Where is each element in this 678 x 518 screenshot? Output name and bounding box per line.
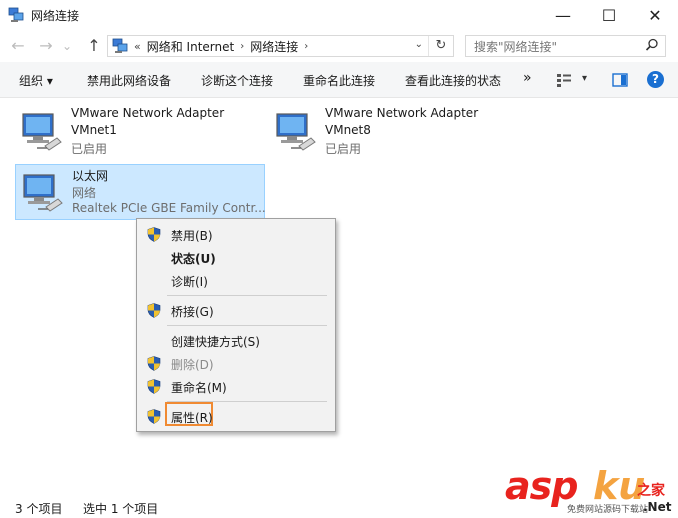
disable-device-button[interactable]: 禁用此网络设备 [87,72,171,89]
adapter-device: Realtek PCIe GBE Family Contr... [72,201,266,215]
uac-shield-icon [147,356,161,371]
menu-item-label: 创建快捷方式(S) [171,335,260,349]
adapter-status: 已启用 [71,142,108,156]
window-title: 网络连接 [31,9,80,23]
adapter-vmnet8[interactable]: VMware Network Adapter VMnet8 已启用 [269,104,519,160]
rename-connection-button[interactable]: 重命名此连接 [303,72,375,89]
more-commands-icon[interactable]: » [523,70,532,86]
watermark-net: .Net [643,500,672,514]
network-adapter-icon [276,113,316,151]
minimize-button[interactable]: — [540,0,586,30]
address-field[interactable]: « 网络和 Internet › 网络连接 › ⌄ ↻ [107,35,454,57]
menu-item-disable[interactable]: 禁用(B) [137,223,335,245]
address-bar-row: ← → ⌄ ↑ « 网络和 Internet › 网络连接 › ⌄ ↻ [0,30,678,62]
adapter-network: VMnet1 [71,123,117,137]
breadcrumb-separator-icon: › [240,40,245,52]
adapter-name: VMware Network Adapter [325,106,479,120]
refresh-icon: ↻ [435,38,447,53]
watermark-subtitle: 免费网站源码下载站 [567,505,649,515]
close-button[interactable]: ✕ [632,0,678,30]
item-count: 3 个项目 [15,502,63,516]
menu-item-label: 状态(U) [171,252,216,266]
diagnose-connection-button[interactable]: 诊断这个连接 [201,72,273,89]
uac-shield-icon [147,227,161,242]
search-icon [645,38,658,51]
menu-item-label: 属性(R) [171,411,213,425]
maximize-button[interactable]: ☐ [586,0,632,30]
network-location-icon [112,38,128,53]
forward-button[interactable]: → [36,37,56,55]
adapter-status: 已启用 [325,142,362,156]
view-dropdown-icon[interactable]: ▾ [582,73,587,84]
menu-item-label: 诊断(I) [171,275,208,289]
menu-item-label: 桥接(G) [171,305,214,319]
chevron-down-icon: ⌄ [61,39,73,53]
forward-arrow-icon: → [39,36,53,55]
back-button[interactable]: ← [8,37,28,55]
up-arrow-icon: ↑ [87,36,101,55]
adapter-network: 网络 [72,186,97,200]
recent-locations-button[interactable]: ⌄ [60,37,74,55]
network-adapter-icon [22,113,62,151]
network-connections-icon [8,7,24,22]
minimize-icon: — [555,5,571,25]
watermark-cn: 之家 [637,483,665,499]
organize-menu[interactable]: 组织 ▾ [19,72,53,89]
breadcrumb-network-internet[interactable]: 网络和 Internet [147,38,234,55]
search-input[interactable] [472,37,646,57]
breadcrumb-separator-icon: › [304,40,309,52]
menu-item-diagnose[interactable]: 诊断(I) [137,269,335,291]
menu-separator [167,325,327,326]
view-options-icon[interactable] [556,73,572,87]
menu-item-label: 禁用(B) [171,229,213,243]
adapter-name: 以太网 [72,169,109,183]
up-button[interactable]: ↑ [84,37,104,55]
help-button[interactable]: ? [647,71,664,88]
menu-item-create-shortcut[interactable]: 创建快捷方式(S) [137,329,335,351]
menu-item-label: 删除(D) [171,358,214,372]
uac-shield-icon [147,409,161,424]
connections-list: VMware Network Adapter VMnet1 已启用 VMware… [0,98,678,494]
search-box[interactable] [465,35,666,57]
close-icon: ✕ [648,5,662,25]
refresh-button[interactable]: ↻ [428,36,453,56]
address-dropdown-icon[interactable]: ⌄ [415,39,423,50]
uac-shield-icon [147,379,161,394]
menu-separator [167,295,327,296]
breadcrumb-network-connections[interactable]: 网络连接 [250,38,298,55]
context-menu: 禁用(B) 状态(U) 诊断(I) 桥接(G) 创建快捷方式(S) 删除(D) … [136,218,336,432]
menu-item-bridge[interactable]: 桥接(G) [137,299,335,321]
maximize-icon: ☐ [601,5,617,25]
overflow-chevron-icon[interactable]: « [134,40,141,53]
title-bar: 网络连接 — ☐ ✕ [0,0,678,30]
command-bar: 组织 ▾ 禁用此网络设备 诊断这个连接 重命名此连接 查看此连接的状态 » ▾ … [0,62,678,98]
adapter-network: VMnet8 [325,123,371,137]
view-status-button[interactable]: 查看此连接的状态 [405,72,501,89]
menu-item-rename[interactable]: 重命名(M) [137,375,335,397]
adapter-name: VMware Network Adapter [71,106,225,120]
preview-pane-icon[interactable] [612,73,628,87]
adapter-vmnet1[interactable]: VMware Network Adapter VMnet1 已启用 [15,104,265,160]
adapter-ethernet[interactable]: 以太网 网络 Realtek PCIe GBE Family Contr... [15,164,266,220]
selection-count: 选中 1 个项目 [83,502,159,516]
back-arrow-icon: ← [11,36,25,55]
menu-item-label: 重命名(M) [171,381,227,395]
uac-shield-icon [147,303,161,318]
menu-item-delete: 删除(D) [137,352,335,374]
menu-item-properties[interactable]: 属性(R) [137,402,335,427]
help-icon: ? [652,72,659,86]
watermark-logo: asp ku 之家 免费网站源码下载站 .Net [505,464,675,518]
network-adapter-icon [23,174,63,212]
menu-item-status[interactable]: 状态(U) [137,246,335,268]
